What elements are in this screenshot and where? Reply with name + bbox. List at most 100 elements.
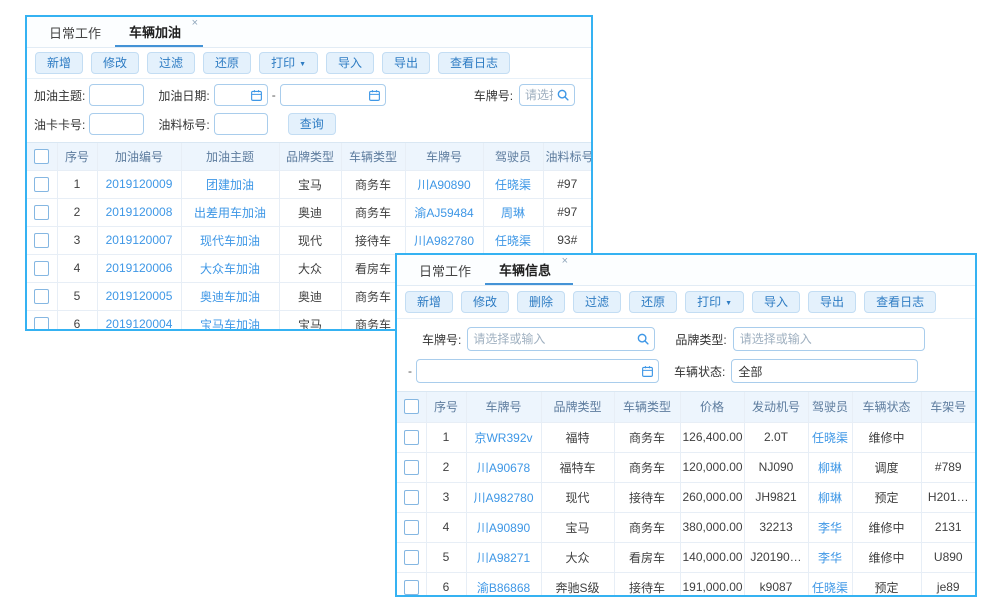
cell-link[interactable]: 任晓渠 bbox=[808, 572, 852, 597]
row-checkbox[interactable] bbox=[34, 261, 49, 276]
cell-link[interactable]: 任晓渠 bbox=[483, 170, 543, 198]
edit-button[interactable]: 修改 bbox=[461, 291, 509, 313]
edit-button[interactable]: 修改 bbox=[91, 52, 139, 74]
print-button[interactable]: 打印 ▼ bbox=[685, 291, 744, 313]
cell-link[interactable]: 宝马车加油 bbox=[181, 310, 279, 331]
cell-link[interactable]: 渝B86868 bbox=[466, 572, 541, 597]
search-icon[interactable] bbox=[636, 332, 650, 346]
row-checkbox[interactable] bbox=[404, 430, 419, 445]
cell-link[interactable]: 李华 bbox=[808, 542, 852, 572]
view-log-button[interactable]: 查看日志 bbox=[864, 291, 936, 313]
cell: 接待车 bbox=[614, 482, 680, 512]
row-checkbox[interactable] bbox=[34, 289, 49, 304]
refuel-plate-input[interactable] bbox=[522, 86, 556, 104]
cell-link[interactable]: 周琳 bbox=[483, 198, 543, 226]
add-button[interactable]: 新增 bbox=[405, 291, 453, 313]
select-all-cell bbox=[27, 143, 57, 170]
row-select-cell bbox=[397, 482, 426, 512]
print-button[interactable]: 打印 ▼ bbox=[259, 52, 318, 74]
cell-link[interactable]: 川A90890 bbox=[466, 512, 541, 542]
row-checkbox[interactable] bbox=[34, 233, 49, 248]
cell: k9087 bbox=[744, 572, 808, 597]
filter-button[interactable]: 过滤 bbox=[147, 52, 195, 74]
cell-link[interactable]: 柳琳 bbox=[808, 482, 852, 512]
cell: 大众 bbox=[279, 254, 341, 282]
cell-link[interactable]: 川A98271 bbox=[466, 542, 541, 572]
export-button[interactable]: 导出 bbox=[808, 291, 856, 313]
row-checkbox[interactable] bbox=[404, 550, 419, 565]
cell: 120,000.00 bbox=[680, 452, 744, 482]
calendar-icon[interactable] bbox=[641, 365, 654, 378]
tab-daily-work[interactable]: 日常工作 bbox=[35, 17, 115, 47]
tab-label: 日常工作 bbox=[419, 261, 471, 280]
vehicle-plate-input[interactable] bbox=[470, 330, 636, 348]
import-button[interactable]: 导入 bbox=[752, 291, 800, 313]
refuel-date-from-input[interactable] bbox=[217, 86, 250, 104]
cell-link[interactable]: 京WR392v bbox=[466, 422, 541, 452]
tab-vehicle-info[interactable]: 车辆信息 × bbox=[485, 255, 573, 285]
cell-link[interactable]: 柳琳 bbox=[808, 452, 852, 482]
row-checkbox[interactable] bbox=[404, 460, 419, 475]
cell-link[interactable]: 大众车加油 bbox=[181, 254, 279, 282]
vehicle-status-select[interactable] bbox=[731, 359, 918, 383]
cell-link[interactable]: 李华 bbox=[808, 512, 852, 542]
row-checkbox[interactable] bbox=[404, 520, 419, 535]
filter-button[interactable]: 过滤 bbox=[573, 291, 621, 313]
close-icon[interactable]: × bbox=[192, 18, 198, 29]
vehicle-brand-input[interactable] bbox=[733, 327, 925, 351]
vehicle-plate-field bbox=[467, 327, 655, 351]
import-button[interactable]: 导入 bbox=[326, 52, 374, 74]
refuel-date-to-input[interactable] bbox=[283, 86, 368, 104]
close-icon[interactable]: × bbox=[562, 256, 568, 267]
refuel-plate-field bbox=[519, 84, 575, 106]
row-checkbox[interactable] bbox=[34, 177, 49, 192]
query-button[interactable]: 查询 bbox=[288, 113, 336, 135]
reset-button[interactable]: 还原 bbox=[203, 52, 251, 74]
cell-link[interactable]: 任晓渠 bbox=[808, 422, 852, 452]
fuel-grade-input[interactable] bbox=[214, 113, 268, 135]
row-checkbox[interactable] bbox=[404, 580, 419, 595]
row-checkbox[interactable] bbox=[34, 205, 49, 220]
cell-link[interactable]: 任晓渠 bbox=[483, 226, 543, 254]
cell-link[interactable]: 2019120005 bbox=[97, 282, 181, 310]
cell-link[interactable]: 2019120006 bbox=[97, 254, 181, 282]
vehicle-date-to-input[interactable] bbox=[419, 362, 641, 380]
calendar-icon[interactable] bbox=[368, 89, 381, 102]
select-all-checkbox[interactable] bbox=[34, 149, 49, 164]
calendar-icon[interactable] bbox=[250, 89, 263, 102]
select-all-checkbox[interactable] bbox=[404, 399, 419, 414]
cell: 93# bbox=[543, 226, 591, 254]
row-checkbox[interactable] bbox=[404, 490, 419, 505]
cell-link[interactable]: 2019120007 bbox=[97, 226, 181, 254]
refuel-subject-input[interactable] bbox=[89, 84, 144, 106]
cell-link[interactable]: 2019120004 bbox=[97, 310, 181, 331]
search-icon[interactable] bbox=[556, 88, 570, 102]
cell-link[interactable]: 2019120008 bbox=[97, 198, 181, 226]
tab-daily-work[interactable]: 日常工作 bbox=[405, 255, 485, 285]
cell: 3 bbox=[57, 226, 97, 254]
add-button[interactable]: 新增 bbox=[35, 52, 83, 74]
row-checkbox[interactable] bbox=[34, 317, 49, 331]
view-log-button[interactable]: 查看日志 bbox=[438, 52, 510, 74]
export-button[interactable]: 导出 bbox=[382, 52, 430, 74]
row-select-cell bbox=[27, 310, 57, 331]
cell-link[interactable]: 川A982780 bbox=[466, 482, 541, 512]
table-row: 1京WR392v福特商务车126,400.002.0T任晓渠维修中 bbox=[397, 422, 975, 452]
cell-link[interactable]: 现代车加油 bbox=[181, 226, 279, 254]
cell-link[interactable]: 川A90678 bbox=[466, 452, 541, 482]
cell-link[interactable]: 渝AJ59484 bbox=[405, 198, 483, 226]
cell: 福特 bbox=[541, 422, 614, 452]
cell-link[interactable]: 川A982780 bbox=[405, 226, 483, 254]
cell: 福特车 bbox=[541, 452, 614, 482]
delete-button[interactable]: 删除 bbox=[517, 291, 565, 313]
cell-link[interactable]: 出差用车加油 bbox=[181, 198, 279, 226]
tab-vehicle-refuel[interactable]: 车辆加油 × bbox=[115, 17, 203, 47]
fuel-card-input[interactable] bbox=[89, 113, 144, 135]
column-header: 品牌类型 bbox=[279, 143, 341, 170]
cell-link[interactable]: 团建加油 bbox=[181, 170, 279, 198]
cell-link[interactable]: 2019120009 bbox=[97, 170, 181, 198]
cell-link[interactable]: 奥迪车加油 bbox=[181, 282, 279, 310]
column-header: 驾驶员 bbox=[808, 392, 852, 422]
cell-link[interactable]: 川A90890 bbox=[405, 170, 483, 198]
reset-button[interactable]: 还原 bbox=[629, 291, 677, 313]
